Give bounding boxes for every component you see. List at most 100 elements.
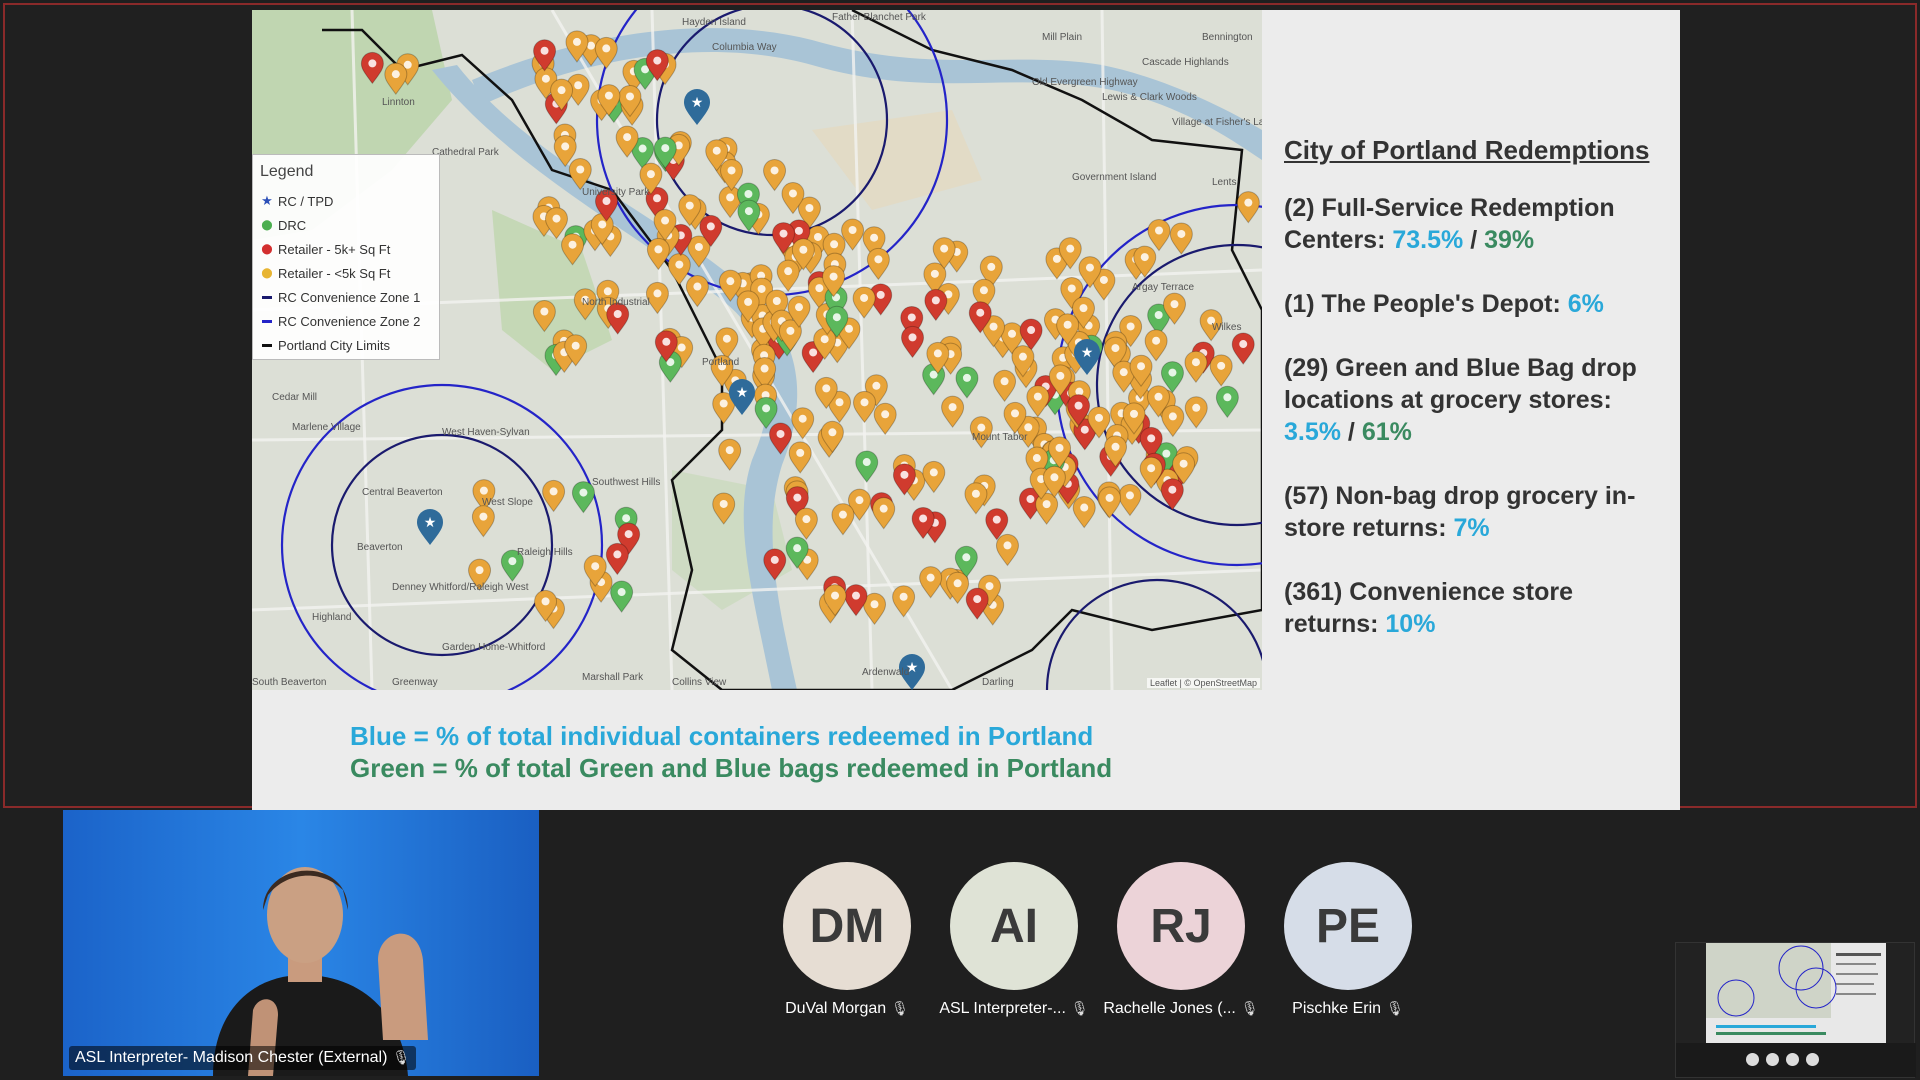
pin-icon: ⬤ [261, 243, 273, 255]
map-place-label: Cathedral Park [432, 147, 500, 158]
map-place-label: North Industrial [582, 297, 650, 308]
mic-muted-icon: 🎙 [1240, 1000, 1259, 1016]
redemption-stats: City of Portland Redemptions (2) Full-Se… [1284, 135, 1674, 672]
map-place-label: Central Beaverton [362, 487, 443, 498]
legend-item-label: RC Convenience Zone 1 [278, 289, 421, 305]
participant-name: Pischke Erin 🎙 [1292, 1000, 1404, 1017]
stats-title: City of Portland Redemptions [1284, 135, 1650, 165]
map-place-label: Lents [1212, 177, 1236, 188]
stat-item: (29) Green and Blue Bag drop locations a… [1284, 352, 1674, 448]
map-place-label: Mount Tabor [972, 432, 1028, 443]
map-place-label: University Park [582, 187, 650, 198]
svg-text:★: ★ [1081, 345, 1094, 361]
stat-container-percent: 6% [1567, 290, 1604, 318]
mic-muted-icon: 🎙 [392, 1049, 411, 1065]
note-blue: Blue = % of total individual containers … [350, 721, 1094, 751]
legend-item: RC Convenience Zone 2 [260, 309, 432, 333]
avatar: DM [783, 862, 911, 990]
mic-muted-icon: 🎙 [1386, 1000, 1404, 1016]
stat-container-percent: 3.5% [1284, 418, 1341, 446]
stat-container-percent: 10% [1385, 610, 1436, 638]
preview-avatar-icon[interactable] [1766, 1053, 1779, 1066]
legend-item-label: RC / TPD [278, 193, 334, 209]
map-place-label: South Beaverton [252, 677, 327, 688]
note-green: Green = % of total Green and Blue bags r… [350, 753, 1113, 783]
map-place-label: Old Evergreen Highway [1032, 77, 1138, 88]
map-place-label: Lewis & Clark Woods [1102, 92, 1197, 103]
avatar: AI [950, 862, 1078, 990]
participant-name: ASL Interpreter-... 🎙 [939, 1000, 1089, 1017]
stat-separator: / [1463, 226, 1485, 254]
map-attribution[interactable]: Leaflet | © OpenStreetMap [1146, 678, 1260, 688]
stat-item: (57) Non-bag drop grocery in-store retur… [1284, 480, 1674, 544]
pin-icon: ⬤ [261, 219, 273, 231]
stat-label: (29) Green and Blue Bag drop locations a… [1284, 354, 1637, 414]
map-place-label: Southwest Hills [592, 477, 660, 488]
legend-line-icon [262, 295, 272, 299]
pin-icon: ⬤ [261, 267, 273, 279]
map-place-label: Raleigh Hills [517, 547, 573, 558]
participant-name: DuVal Morgan 🎙 [785, 1000, 909, 1017]
star-icon: ★ [261, 193, 273, 208]
legend-item: ★ RC / TPD [260, 189, 432, 213]
svg-text:★: ★ [691, 95, 704, 111]
stat-bag-percent: 61% [1361, 418, 1412, 446]
avatar: PE [1284, 862, 1412, 990]
map-place-label: Father Blanchet Park [832, 12, 927, 23]
map-place-label: Columbia Way [712, 42, 777, 53]
interpreter-name-label: ASL Interpreter- Madison Chester (Extern… [69, 1046, 417, 1070]
meeting-window: ★ ★ ★ ★ ★ Father Blanchet Park Mill Plain Benni… [0, 0, 1920, 1080]
map-place-label: Hayden Island [682, 17, 746, 28]
legend-item-label: Retailer - 5k+ Sq Ft [278, 241, 391, 257]
preview-avatar-icon[interactable] [1806, 1053, 1819, 1066]
map-place-label: Bennington [1202, 32, 1253, 43]
map-legend: Legend ★ RC / TPD ⬤ DRC ⬤ Retailer - 5k+ Sq F… [252, 154, 440, 360]
preview-controls [1676, 1043, 1916, 1077]
map-place-label: West Slope [482, 497, 533, 508]
participant-tile[interactable]: DM DuVal Morgan 🎙 [763, 862, 931, 1022]
legend-item: Portland City Limits [260, 333, 432, 357]
map-place-label: Cedar Mill [272, 392, 317, 403]
interpreter-video-tile[interactable]: ASL Interpreter- Madison Chester (Extern… [63, 810, 539, 1076]
preview-avatar-icon[interactable] [1786, 1053, 1799, 1066]
mic-muted-icon: 🎙 [1070, 1000, 1089, 1016]
legend-title: Legend [260, 163, 314, 180]
legend-item-label: DRC [278, 217, 307, 233]
participant-tile[interactable]: AI ASL Interpreter-... 🎙 [930, 862, 1098, 1022]
svg-text:★: ★ [424, 515, 437, 531]
floating-preview[interactable] [1675, 942, 1916, 1078]
legend-item: ⬤ Retailer - 5k+ Sq Ft [260, 237, 432, 261]
map-place-label: Greenway [392, 677, 438, 688]
map-place-label: Marshall Park [582, 672, 644, 683]
svg-text:★: ★ [736, 385, 749, 401]
stat-item: (2) Full-Service Redemption Centers: 73.… [1284, 192, 1674, 256]
map-place-label: Mill Plain [1042, 32, 1082, 43]
interpreter-video [63, 810, 539, 1076]
preview-map-icon [1706, 943, 1881, 1035]
map-place-label: Village at Fisher's Landing [1172, 117, 1262, 128]
redemption-map[interactable]: ★ ★ ★ ★ ★ Father Blanchet Park Mill Plain Benni… [252, 10, 1262, 690]
participant-tile[interactable]: PE Pischke Erin 🎙 [1264, 862, 1432, 1022]
participant-tile[interactable]: RJ Rachelle Jones (... 🎙 [1097, 862, 1265, 1022]
legend-item: ⬤ Retailer - <5k Sq Ft [260, 261, 432, 285]
map-place-label: Government Island [1072, 172, 1157, 183]
preview-avatar-icon[interactable] [1746, 1053, 1759, 1066]
map-place-label: Wilkes [1212, 322, 1241, 333]
legend-item-label: RC Convenience Zone 2 [278, 313, 421, 329]
map-place-label: Linnton [382, 97, 415, 108]
stat-container-percent: 7% [1453, 514, 1490, 542]
mic-muted-icon: 🎙 [891, 1000, 909, 1016]
map-place-label: Cascade Highlands [1142, 57, 1229, 68]
map-place-label: Collins View [672, 677, 727, 688]
legend-line-icon [262, 343, 272, 347]
preview-slide [1706, 943, 1886, 1043]
stat-bag-percent: 39% [1484, 226, 1535, 254]
map-place-label: Garden Home-Whitford [442, 642, 545, 653]
stat-item: (1) The People's Depot: 6% [1284, 288, 1674, 320]
map-place-label: Marlene Village [292, 422, 361, 433]
map-place-label: Darling [982, 677, 1014, 688]
legend-item-label: Portland City Limits [278, 337, 390, 353]
map-place-label: Denney Whitford/Raleigh West [392, 582, 529, 593]
map-place-label: Highland [312, 612, 351, 623]
participant-name: Rachelle Jones (... 🎙 [1103, 1000, 1259, 1017]
